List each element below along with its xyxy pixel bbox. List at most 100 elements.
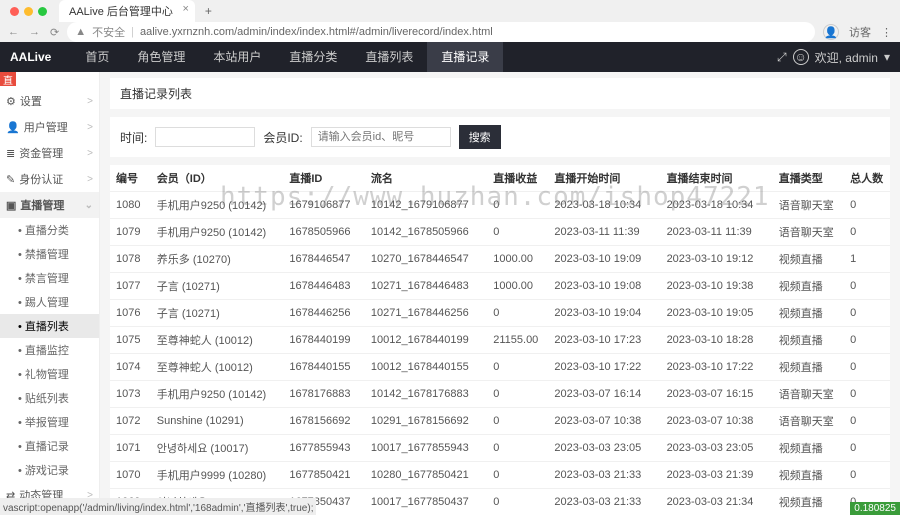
cell: 2023-03-03 21:33 <box>548 489 660 515</box>
table-row[interactable]: 1077子言 (10271)167844648310271_1678446483… <box>110 273 890 300</box>
window-controls <box>10 7 47 16</box>
table-row[interactable]: 1078养乐多 (10270)167844654710270_167844654… <box>110 246 890 273</box>
sidebar-sub-10[interactable]: • 游戏记录 <box>0 458 99 482</box>
sidebar-item-label: 用户管理 <box>24 119 68 135</box>
table-row[interactable]: 1079手机用户9250 (10142)167850596610142_1678… <box>110 219 890 246</box>
user-area[interactable]: ⤢ ☺ 欢迎, admin ▾ <box>777 49 890 66</box>
table-row[interactable]: 1071안녕하세요 (10017)167785594310017_1677855… <box>110 435 890 462</box>
browser-chrome: AALive 后台管理中心 × + ← → ⟳ ▲ 不安全 | aalive.y… <box>0 0 900 42</box>
forward-icon[interactable]: → <box>29 26 40 39</box>
sidebar-sub-2[interactable]: • 禁言管理 <box>0 266 99 290</box>
cell: 0 <box>487 462 548 489</box>
nav-item-4[interactable]: 直播列表 <box>351 42 427 72</box>
table-row[interactable]: 1075至尊神蛇人 (10012)167844019910012_1678440… <box>110 327 890 354</box>
url-bar: ← → ⟳ ▲ 不安全 | aalive.yxrnznh.com/admin/i… <box>0 22 900 42</box>
status-bar: vascript:openapp('/admin/living/index.ht… <box>0 498 316 515</box>
sidebar-sub-6[interactable]: • 礼物管理 <box>0 362 99 386</box>
chevron-icon: > <box>87 96 93 107</box>
cell: 1080 <box>110 192 151 219</box>
cell: 1678156692 <box>283 408 365 435</box>
cell: 1000.00 <box>487 273 548 300</box>
cell: 2023-03-10 19:08 <box>548 273 660 300</box>
cell: 0 <box>844 462 890 489</box>
table-row[interactable]: 1074至尊神蛇人 (10012)167844015510012_1678440… <box>110 354 890 381</box>
filter-time-label: 时间: <box>120 129 147 146</box>
sidebar-sub-5[interactable]: • 直播监控 <box>0 338 99 362</box>
member-input[interactable] <box>311 127 451 147</box>
sidebar-item-1[interactable]: 👤用户管理> <box>0 114 99 140</box>
cell: 2023-03-10 17:22 <box>548 354 660 381</box>
col-header: 直播ID <box>283 165 365 192</box>
chevron-down-icon[interactable]: ▾ <box>884 50 890 64</box>
cell: 0 <box>844 408 890 435</box>
sidebar-item-0[interactable]: ⚙设置> <box>0 88 99 114</box>
time-input[interactable] <box>155 127 255 147</box>
cell: 0 <box>844 435 890 462</box>
cell: 1000.00 <box>487 246 548 273</box>
cell: 1678505966 <box>283 219 365 246</box>
cell: 1078 <box>110 246 151 273</box>
sidebar-sub-4[interactable]: • 直播列表 <box>0 314 99 338</box>
cell: 1079 <box>110 219 151 246</box>
table-row[interactable]: 1076子言 (10271)167844625610271_1678446256… <box>110 300 890 327</box>
cell: 0 <box>487 381 548 408</box>
cell: 2023-03-03 23:05 <box>548 435 660 462</box>
cell: 子言 (10271) <box>151 300 284 327</box>
cell: 1070 <box>110 462 151 489</box>
browser-tab[interactable]: AALive 后台管理中心 × <box>59 0 195 22</box>
sidebar-sub-0[interactable]: • 直播分类 <box>0 218 99 242</box>
nav-item-1[interactable]: 角色管理 <box>123 42 199 72</box>
filter-bar: 时间: 会员ID: 搜索 <box>110 117 890 157</box>
new-tab-icon[interactable]: + <box>199 4 218 18</box>
address-field[interactable]: ▲ 不安全 | aalive.yxrnznh.com/admin/index/i… <box>67 22 815 42</box>
nav-item-0[interactable]: 首页 <box>71 42 123 72</box>
cell: 10142_1678176883 <box>365 381 487 408</box>
cell: 0 <box>844 300 890 327</box>
avatar-icon: ☺ <box>793 49 809 65</box>
cell: 手机用户9999 (10280) <box>151 462 284 489</box>
nav-item-2[interactable]: 本站用户 <box>199 42 275 72</box>
cell: 10270_1678446547 <box>365 246 487 273</box>
cell: 1071 <box>110 435 151 462</box>
cell: 2023-03-10 19:05 <box>661 300 773 327</box>
sidebar-item-2[interactable]: ≣资金管理> <box>0 140 99 166</box>
sidebar-item-3[interactable]: ✎身份认证> <box>0 166 99 192</box>
menu-icon[interactable]: ⋮ <box>881 26 892 39</box>
cell: 视频直播 <box>773 327 844 354</box>
close-icon[interactable]: × <box>182 3 188 15</box>
profile-icon[interactable]: 👤 <box>823 24 839 40</box>
cell: 2023-03-07 16:14 <box>548 381 660 408</box>
close-dot[interactable] <box>10 7 19 16</box>
cell: 2023-03-18 10:34 <box>661 192 773 219</box>
table-row[interactable]: 1070手机用户9999 (10280)167785042110280_1677… <box>110 462 890 489</box>
search-button[interactable]: 搜索 <box>459 125 501 149</box>
col-header: 编号 <box>110 165 151 192</box>
max-dot[interactable] <box>38 7 47 16</box>
cell: 2023-03-18 10:34 <box>548 192 660 219</box>
cell: 10017_1677855943 <box>365 435 487 462</box>
cell: 2023-03-10 17:22 <box>661 354 773 381</box>
cell: 视频直播 <box>773 462 844 489</box>
cell: Sunshine (10291) <box>151 408 284 435</box>
expand-icon[interactable]: ⤢ <box>777 50 787 65</box>
sidebar-sub-9[interactable]: • 直播记录 <box>0 434 99 458</box>
table-row[interactable]: 1072Sunshine (10291)167815669210291_1678… <box>110 408 890 435</box>
cell: 1677855943 <box>283 435 365 462</box>
cell: 0 <box>844 327 890 354</box>
reload-icon[interactable]: ⟳ <box>50 26 59 39</box>
cell: 2023-03-10 19:09 <box>548 246 660 273</box>
sidebar-sub-7[interactable]: • 贴纸列表 <box>0 386 99 410</box>
sidebar-sub-8[interactable]: • 举报管理 <box>0 410 99 434</box>
nav-item-5[interactable]: 直播记录 <box>427 42 503 72</box>
table-row[interactable]: 1080手机用户9250 (10142)167910687710142_1679… <box>110 192 890 219</box>
back-icon[interactable]: ← <box>8 26 19 39</box>
cell: 2023-03-10 19:04 <box>548 300 660 327</box>
cell: 1077 <box>110 273 151 300</box>
table-row[interactable]: 1073手机用户9250 (10142)167817688310142_1678… <box>110 381 890 408</box>
min-dot[interactable] <box>24 7 33 16</box>
nav-item-3[interactable]: 直播分类 <box>275 42 351 72</box>
sidebar-sub-3[interactable]: • 踢人管理 <box>0 290 99 314</box>
cell: 视频直播 <box>773 246 844 273</box>
sidebar-item-4[interactable]: ▣直播管理⌄ <box>0 192 99 218</box>
sidebar-sub-1[interactable]: • 禁播管理 <box>0 242 99 266</box>
